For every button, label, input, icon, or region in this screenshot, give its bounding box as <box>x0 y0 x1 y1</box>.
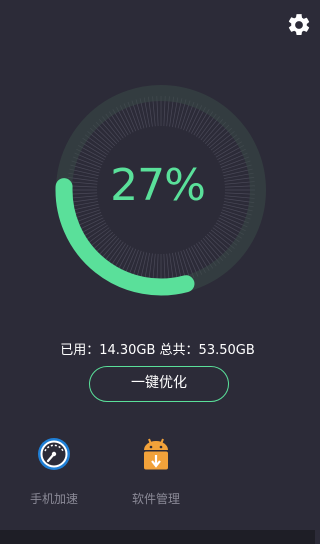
phone-boost-label: 手机加速 <box>29 492 78 506</box>
bottom-bar <box>0 530 315 544</box>
app-manager-label: 软件管理 <box>131 492 180 506</box>
one-click-optimize-button[interactable]: 一键优化 <box>89 366 229 402</box>
settings-button[interactable] <box>286 12 312 38</box>
android-download-icon <box>144 438 168 470</box>
gear-icon <box>288 14 310 35</box>
memory-percent: 27% <box>110 160 206 211</box>
memory-usage-text: 已用：14.30GB 总共：53.50GB <box>60 343 255 358</box>
app-manager-shortcut[interactable]: 软件管理 <box>106 430 206 507</box>
phone-boost-shortcut[interactable]: 手机加速 <box>4 430 104 507</box>
speedometer-icon <box>38 438 70 470</box>
